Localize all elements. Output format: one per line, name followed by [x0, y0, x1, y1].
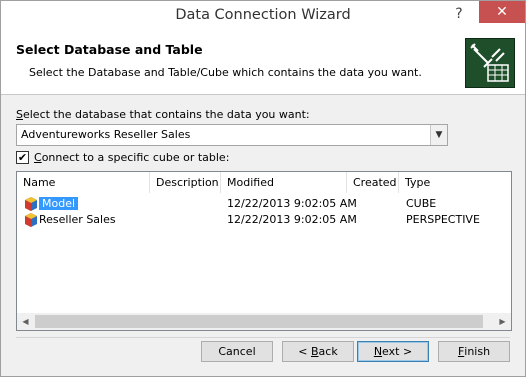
cube-icon	[25, 197, 37, 211]
table-row[interactable]: Reseller Sales 12/22/2013 9:02:05 AM PER…	[17, 212, 511, 228]
column-header-type[interactable]: Type	[399, 172, 511, 193]
cube-table-list[interactable]: Name Description Modified Created Type M…	[16, 171, 512, 331]
connect-cube-checkbox[interactable]: ✔	[16, 151, 29, 164]
horizontal-scrollbar[interactable]: ◀ ▶	[17, 313, 511, 330]
row-modified: 12/22/2013 9:02:05 AM	[227, 197, 357, 210]
database-select[interactable]: Adventureworks Reseller Sales ▼	[16, 124, 448, 146]
page-subtitle: Select the Database and Table/Cube which…	[29, 66, 422, 79]
divider	[16, 337, 510, 338]
dialog-window: Data Connection Wizard ? ✕ Select Databa…	[0, 0, 526, 377]
connect-cube-option[interactable]: ✔ Connect to a specific cube or table:	[16, 151, 229, 164]
connect-cube-label: Connect to a specific cube or table:	[34, 151, 230, 164]
database-label: Select the database that contains the da…	[16, 108, 310, 121]
chevron-down-icon[interactable]: ▼	[430, 125, 447, 145]
help-button[interactable]: ?	[441, 1, 477, 27]
finish-button[interactable]: Finish	[438, 341, 510, 362]
title-bar[interactable]: Data Connection Wizard ? ✕	[1, 1, 525, 31]
row-name: Model	[39, 197, 79, 210]
column-header-created[interactable]: Created	[347, 172, 399, 193]
row-name: Reseller Sales	[39, 213, 116, 226]
row-type: CUBE	[406, 197, 437, 210]
wizard-header: Select Database and Table Select the Dat…	[1, 31, 525, 95]
back-button[interactable]: < Back	[282, 341, 354, 362]
table-row[interactable]: Model 12/22/2013 9:02:05 AM CUBE	[17, 196, 511, 212]
close-button[interactable]: ✕	[479, 1, 525, 23]
scroll-left-icon[interactable]: ◀	[17, 313, 34, 330]
next-button[interactable]: Next >	[357, 341, 429, 362]
row-type: PERSPECTIVE	[406, 213, 480, 226]
data-connection-icon	[465, 38, 515, 88]
scrollbar-thumb[interactable]	[35, 315, 483, 328]
row-modified: 12/22/2013 9:02:05 AM	[227, 213, 357, 226]
column-header-modified[interactable]: Modified	[221, 172, 347, 193]
database-select-value: Adventureworks Reseller Sales	[21, 128, 191, 141]
perspective-cube-icon	[25, 213, 37, 227]
cancel-button[interactable]: Cancel	[201, 341, 273, 362]
column-header-name[interactable]: Name	[17, 172, 150, 193]
page-title: Select Database and Table	[16, 42, 203, 57]
scroll-right-icon[interactable]: ▶	[494, 313, 511, 330]
column-header-description[interactable]: Description	[150, 172, 221, 193]
